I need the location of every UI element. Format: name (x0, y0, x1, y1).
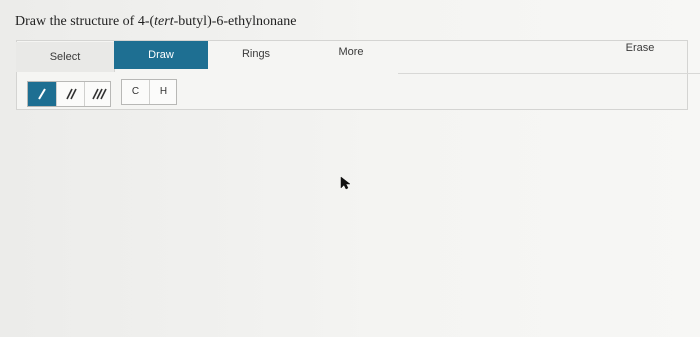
tab-select[interactable]: Select (16, 42, 115, 72)
tab-draw[interactable]: Draw (114, 41, 208, 69)
arrow-cursor-icon (340, 176, 352, 195)
hydrogen-atom-button[interactable]: H (149, 80, 177, 104)
single-bond-icon (38, 88, 46, 100)
question-text-italic: tert (154, 14, 174, 29)
single-bond-button[interactable] (28, 82, 56, 106)
tab-erase[interactable]: Erase (596, 34, 684, 62)
double-bond-icon (66, 88, 77, 100)
triple-bond-button[interactable] (84, 82, 113, 106)
toolbar-tabs: Select Draw Rings More Erase (16, 38, 700, 74)
question-text-suffix: -butyl)-6-ethylnonane (173, 14, 297, 29)
atom-tool-group: C H (121, 79, 177, 105)
tab-rings[interactable]: Rings (216, 40, 296, 68)
triple-bond-icon (92, 88, 107, 100)
question-text-prefix: Draw the structure of 4-( (15, 14, 155, 29)
tab-more[interactable]: More (311, 38, 391, 66)
bond-tool-group (27, 81, 111, 107)
double-bond-button[interactable] (56, 82, 85, 106)
tab-divider-line (398, 73, 700, 74)
carbon-atom-button[interactable]: C (122, 80, 149, 104)
question-prompt: Draw the structure of 4-(tert-butyl)-6-e… (15, 14, 296, 30)
